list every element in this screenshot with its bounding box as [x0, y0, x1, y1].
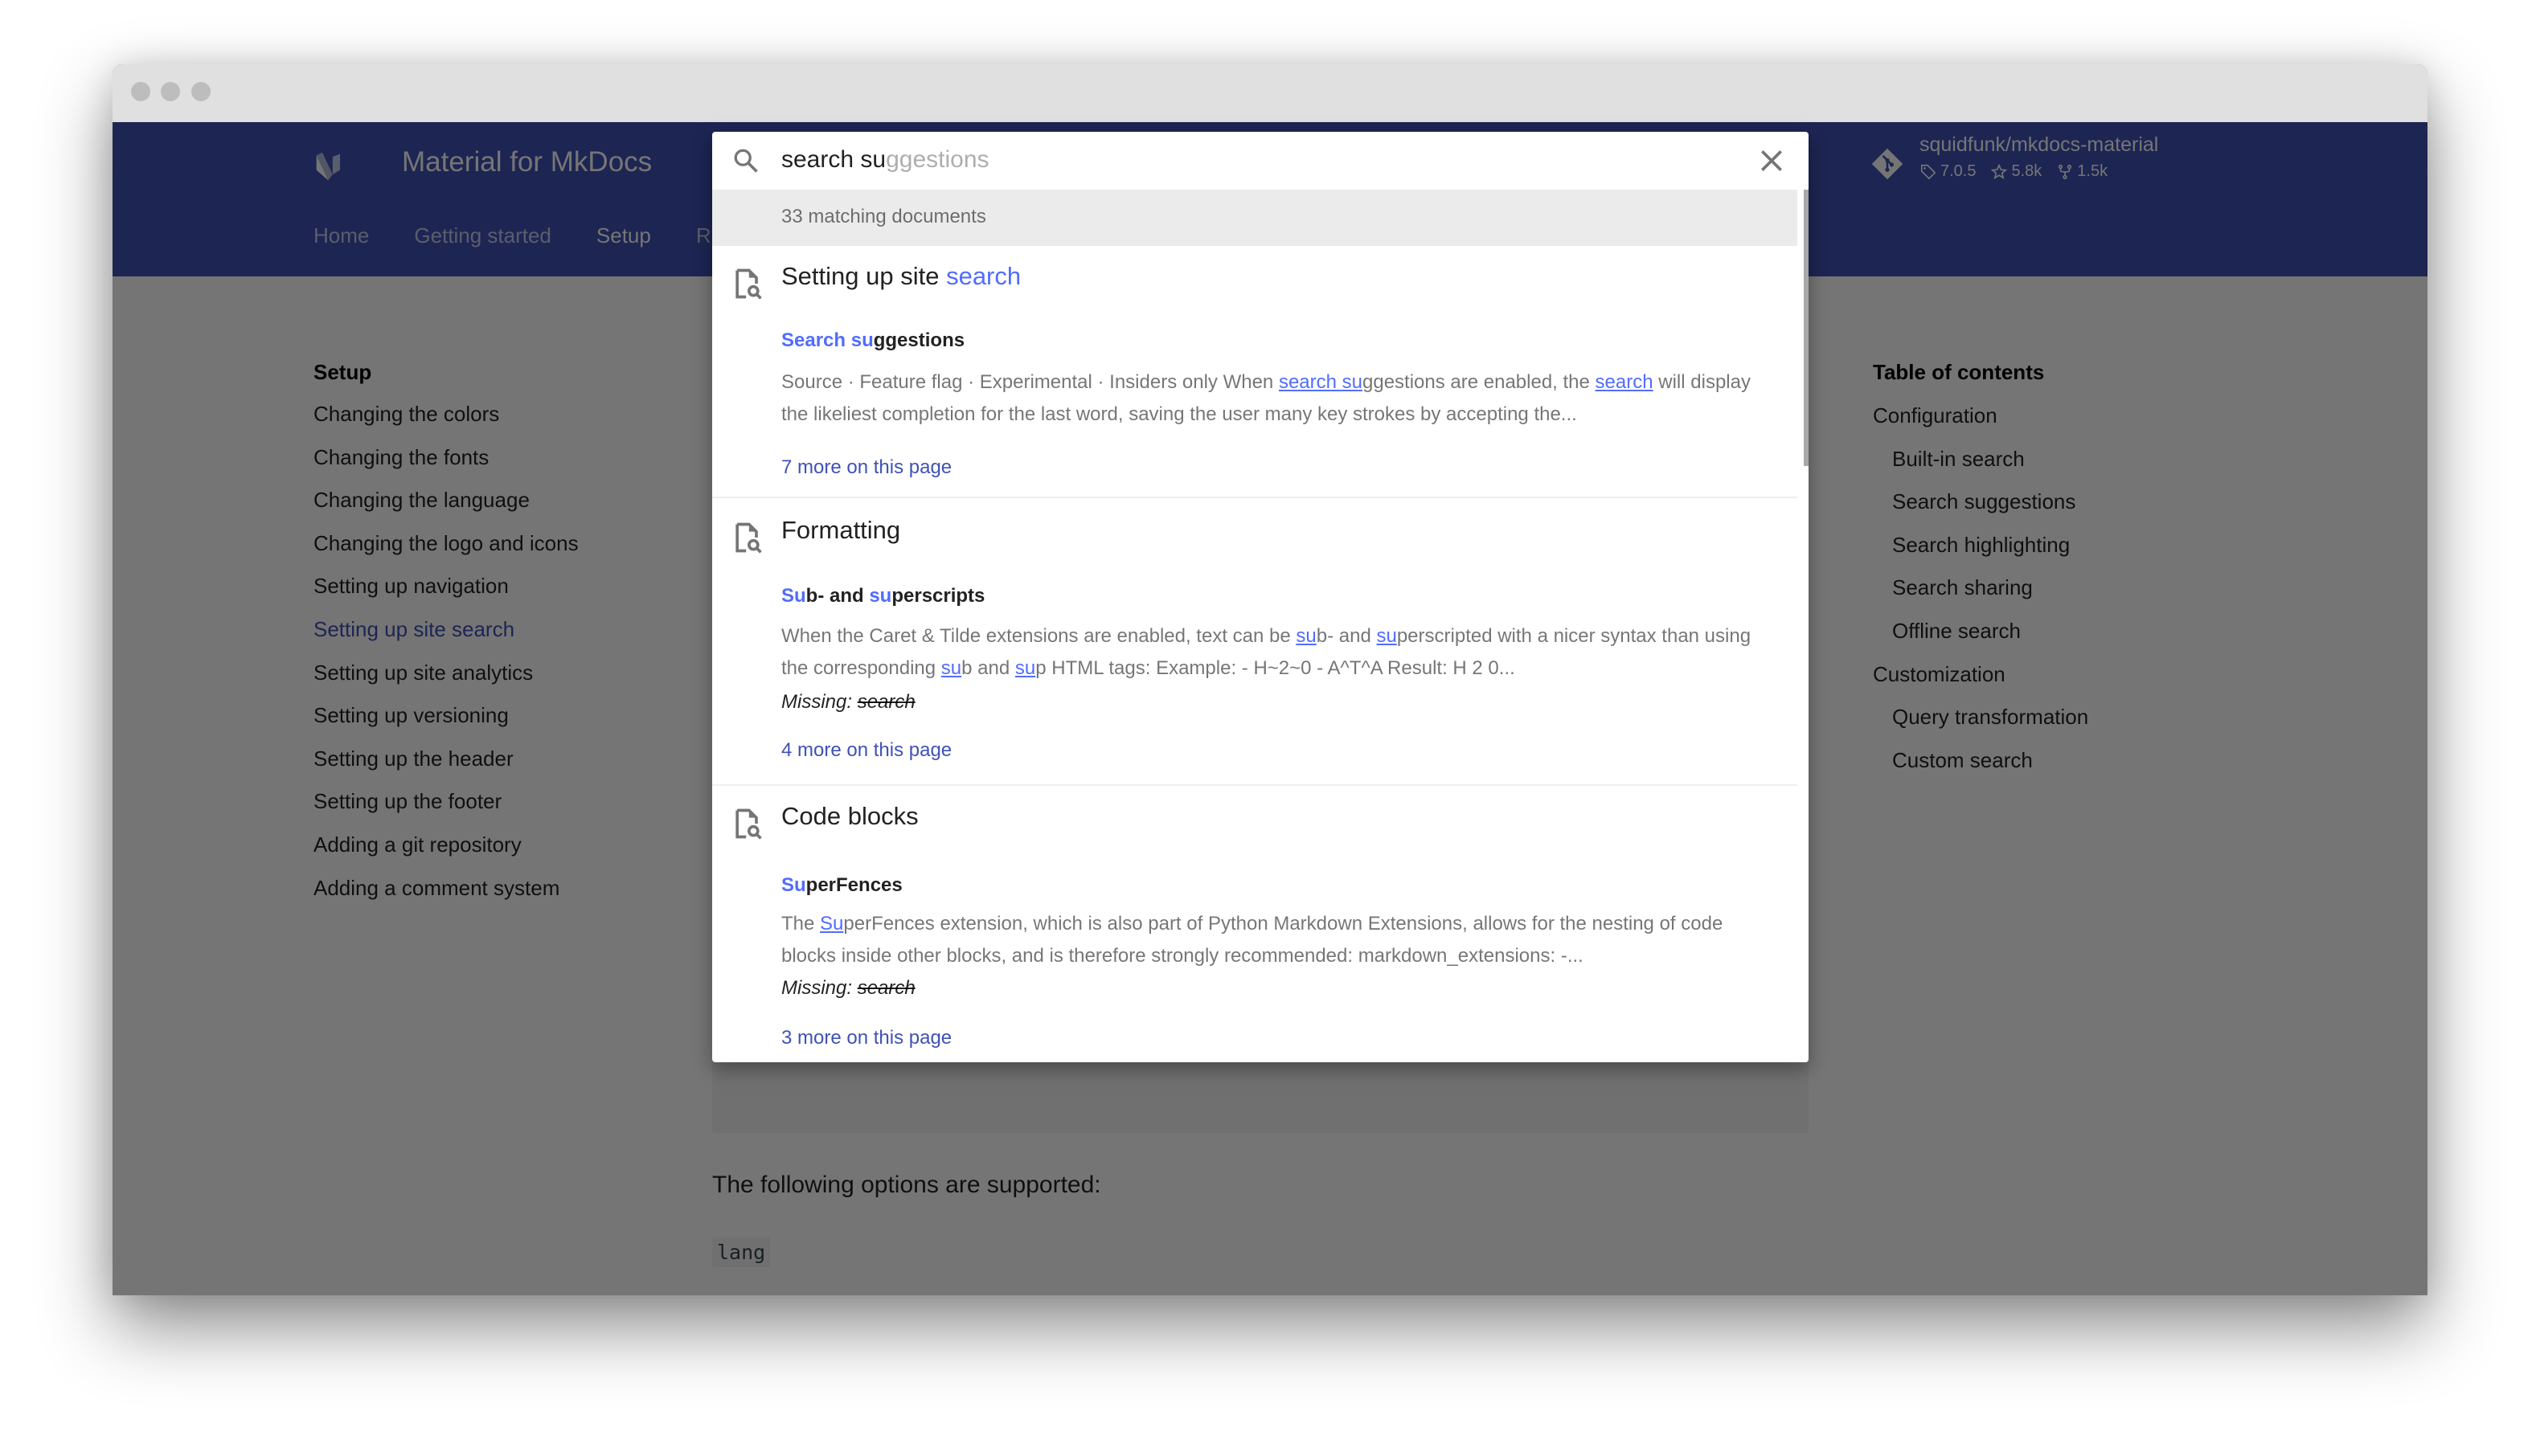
close-icon[interactable] — [1755, 145, 1788, 177]
search-bar: search suggestions — [712, 132, 1809, 190]
search-results: Setting up site search Search suggestions… — [712, 246, 1797, 1062]
document-search-icon — [735, 808, 762, 840]
snippet-highlight: su — [940, 657, 962, 679]
window-close-button[interactable] — [131, 82, 150, 101]
search-result[interactable]: Setting up site search Search suggestions… — [712, 246, 1797, 498]
more-on-page-link[interactable]: 4 more on this page — [781, 739, 952, 762]
search-input[interactable]: search suggestions — [781, 146, 989, 174]
result-title-text: Code blocks — [781, 802, 919, 830]
section-highlight: Su — [781, 874, 806, 896]
results-count: 33 matching documents — [712, 190, 1797, 246]
snippet-text: The — [781, 913, 821, 935]
snippet-highlight: search — [1595, 371, 1653, 393]
snippet-highlight: Su — [820, 913, 844, 935]
missing-term: search — [857, 977, 916, 999]
result-title-text: Formatting — [781, 516, 901, 544]
missing-label: Missing: — [781, 977, 858, 999]
more-on-page-link[interactable]: 7 more on this page — [781, 456, 952, 479]
missing-label: Missing: — [781, 691, 858, 713]
section-highlight: su — [869, 585, 892, 607]
window-maximize-button[interactable] — [191, 82, 211, 101]
snippet-text: ggestions are enabled, the — [1362, 371, 1596, 393]
search-suggestion: ggestions — [886, 146, 989, 173]
result-section-title[interactable]: Sub- and superscripts — [781, 585, 985, 607]
snippet-text: b- and — [1316, 625, 1377, 647]
result-title-text: Setting up site — [781, 262, 947, 290]
result-snippet: When the Caret & Tilde extensions are en… — [781, 620, 1778, 685]
section-text: ggestions — [873, 329, 965, 351]
page: Material for MkDocs Home Getting started… — [113, 122, 2427, 1295]
result-snippet: The SuperFences extension, which is also… — [781, 908, 1778, 972]
snippet-highlight: search su — [1278, 371, 1362, 393]
snippet-highlight: su — [1014, 657, 1036, 679]
result-title[interactable]: Code blocks — [781, 802, 919, 831]
result-section-title[interactable]: SuperFences — [781, 874, 903, 897]
section-text: perscripts — [891, 585, 985, 607]
window-minimize-button[interactable] — [161, 82, 180, 101]
missing-terms: Missing: search — [781, 691, 916, 714]
snippet-highlight: su — [1376, 625, 1397, 647]
section-highlight: Su — [781, 585, 806, 607]
section-highlight: Search su — [781, 329, 874, 351]
result-snippet: Source · Feature flag · Experimental · I… — [781, 366, 1778, 431]
result-section-title[interactable]: Search suggestions — [781, 329, 965, 352]
scrollbar-thumb[interactable] — [1804, 190, 1809, 466]
results-scrollbar[interactable] — [1804, 190, 1809, 1062]
search-result[interactable]: Code blocks SuperFences The SuperFences ex… — [712, 786, 1797, 1062]
more-on-page-link[interactable]: 3 more on this page — [781, 1027, 952, 1049]
snippet-text: b and — [961, 657, 1015, 679]
window-titlebar — [113, 64, 2427, 122]
missing-term: search — [857, 691, 916, 713]
result-title[interactable]: Formatting — [781, 516, 900, 545]
search-result[interactable]: Formatting Sub- and superscripts When the … — [712, 498, 1797, 786]
snippet-text: perFences extension, which is also part … — [781, 913, 1723, 967]
section-text: b- and — [805, 585, 870, 607]
snippet-highlight: su — [1296, 625, 1317, 647]
document-search-icon — [735, 522, 762, 554]
result-title[interactable]: Setting up site search — [781, 262, 1021, 291]
section-text: perFences — [805, 874, 903, 896]
search-dialog: search suggestions 33 matching documents… — [712, 132, 1809, 1062]
snippet-text: When the Caret & Tilde extensions are en… — [781, 625, 1297, 647]
missing-terms: Missing: search — [781, 977, 916, 1000]
document-search-icon — [735, 268, 762, 300]
search-icon — [734, 149, 758, 173]
snippet-text: p HTML tags: Example: - H~2~0 - A^T^A Re… — [1035, 657, 1515, 679]
snippet-text: Source · Feature flag · Experimental · I… — [781, 371, 1279, 393]
result-title-highlight: search — [946, 262, 1022, 290]
browser-window: Material for MkDocs Home Getting started… — [113, 64, 2427, 1295]
